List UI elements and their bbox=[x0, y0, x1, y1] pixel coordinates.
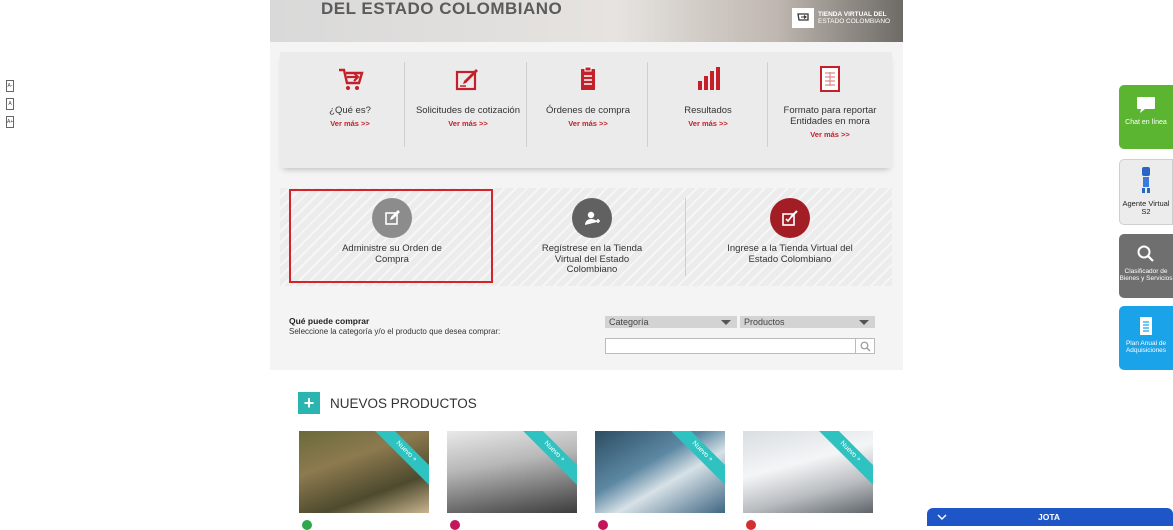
logo-line2: ESTADO COLOMBIANO bbox=[818, 18, 891, 25]
ingrese-tienda-button[interactable]: Ingrese a la Tienda Virtual del Estado C… bbox=[690, 188, 890, 286]
search-icon bbox=[860, 341, 870, 351]
side-tab-label: Clasificador de Bienes y Servicios bbox=[1119, 268, 1173, 282]
nuevo-badge: Nuevo + bbox=[813, 431, 873, 489]
chat-icon bbox=[1119, 91, 1173, 119]
main-page: DEL ESTADO COLOMBIANO TIENDA VIRTUAL DEL… bbox=[270, 0, 903, 530]
nuevo-badge: Nuevo + bbox=[665, 431, 725, 489]
edit-form-icon bbox=[408, 64, 528, 98]
clipboard-icon bbox=[528, 64, 648, 98]
highlight-frame bbox=[289, 189, 493, 283]
ver-mas-link[interactable]: Ver más >> bbox=[770, 129, 890, 140]
spreadsheet-icon bbox=[770, 64, 890, 98]
robot-agent-icon bbox=[1120, 166, 1172, 194]
action-label: Ingrese a la Tienda Virtual del Estado C… bbox=[727, 243, 853, 265]
logo-line1: TIENDA VIRTUAL DEL bbox=[818, 11, 887, 18]
product-thumbnail[interactable]: Nuevo + bbox=[595, 431, 725, 513]
product-select-value: Productos bbox=[744, 317, 785, 327]
service-solicitudes[interactable]: Solicitudes de cotización Ver más >> bbox=[408, 52, 528, 168]
action-label: Regístrese en la Tienda Virtual del Esta… bbox=[541, 243, 643, 275]
chat-bar-title: JOTA bbox=[1038, 512, 1061, 522]
chevron-down-icon bbox=[721, 320, 731, 325]
banner-title: DEL ESTADO COLOMBIANO bbox=[321, 0, 563, 18]
product-thumbnail[interactable]: Nuevo + bbox=[447, 431, 577, 513]
product-thumbnail[interactable]: Nuevo + bbox=[299, 431, 429, 513]
jota-chat-bar[interactable]: JOTA bbox=[927, 508, 1173, 526]
category-select-value: Categoría bbox=[609, 317, 649, 327]
new-products-section: + NUEVOS PRODUCTOS Nuevo + Nuevo + Nuevo… bbox=[270, 370, 903, 530]
service-label: ¿Qué es? bbox=[329, 105, 371, 116]
plus-icon[interactable]: + bbox=[298, 392, 320, 414]
tienda-virtual-logo[interactable]: TIENDA VIRTUAL DEL ESTADO COLOMBIANO bbox=[792, 8, 898, 28]
bar-chart-icon bbox=[648, 64, 768, 98]
service-label: Solicitudes de cotización bbox=[415, 105, 521, 116]
font-decrease-button[interactable]: A- bbox=[6, 80, 14, 92]
agente-virtual-tab[interactable]: Agente Virtual S2 bbox=[1119, 159, 1173, 225]
ver-mas-link[interactable]: Ver más >> bbox=[528, 118, 648, 129]
nuevo-badge: Nuevo + bbox=[369, 431, 429, 489]
buy-subtitle: Seleccione la categoría y/o el producto … bbox=[289, 327, 501, 336]
service-que-es[interactable]: ¿Qué es? Ver más >> bbox=[290, 52, 410, 168]
product-select[interactable]: Productos bbox=[740, 316, 875, 328]
divider bbox=[404, 62, 405, 147]
ver-mas-link[interactable]: Ver más >> bbox=[408, 118, 528, 129]
hero-banner: DEL ESTADO COLOMBIANO TIENDA VIRTUAL DEL… bbox=[270, 0, 903, 42]
side-tab-label: Chat en línea bbox=[1125, 119, 1167, 126]
font-normal-button[interactable]: A bbox=[6, 98, 14, 110]
ver-mas-link[interactable]: Ver más >> bbox=[648, 118, 768, 129]
divider bbox=[685, 198, 686, 276]
buy-section: Qué puede comprar Seleccione la categorí… bbox=[270, 305, 903, 375]
chat-en-linea-tab[interactable]: Chat en línea bbox=[1119, 85, 1173, 149]
category-dot bbox=[450, 520, 460, 530]
new-products-title: NUEVOS PRODUCTOS bbox=[330, 396, 477, 411]
chevron-down-icon[interactable] bbox=[937, 513, 947, 521]
service-formato[interactable]: Formato para reportar Entidades en mora V… bbox=[770, 52, 890, 168]
side-tab-label: Plan Anual de Adquisiciones bbox=[1125, 340, 1167, 354]
services-panel: ¿Qué es? Ver más >> Solicitudes de cotiza… bbox=[280, 52, 892, 168]
service-label: Órdenes de compra bbox=[546, 105, 630, 116]
side-tab-label: Agente Virtual S2 bbox=[1122, 199, 1170, 216]
plan-anual-tab[interactable]: Plan Anual de Adquisiciones bbox=[1119, 306, 1173, 370]
divider bbox=[767, 62, 768, 147]
product-search-input[interactable] bbox=[605, 338, 875, 354]
clasificador-tab[interactable]: Clasificador de Bienes y Servicios bbox=[1119, 234, 1173, 298]
ver-mas-link[interactable]: Ver más >> bbox=[290, 118, 410, 129]
search-button[interactable] bbox=[855, 339, 874, 353]
service-ordenes[interactable]: Órdenes de compra Ver más >> bbox=[528, 52, 648, 168]
checkbox-pen-icon bbox=[770, 198, 810, 238]
service-label: Formato para reportar Entidades en mora bbox=[783, 105, 877, 127]
category-select[interactable]: Categoría bbox=[605, 316, 737, 328]
service-label: Resultados bbox=[684, 105, 732, 116]
buy-heading: Qué puede comprar bbox=[289, 316, 370, 326]
service-resultados[interactable]: Resultados Ver más >> bbox=[648, 52, 768, 168]
add-user-icon bbox=[572, 198, 612, 238]
category-dot bbox=[746, 520, 756, 530]
font-increase-button[interactable]: A+ bbox=[6, 116, 14, 128]
category-dot bbox=[302, 520, 312, 530]
registrese-button[interactable]: Regístrese en la Tienda Virtual del Esta… bbox=[502, 188, 682, 286]
cart-logo-icon bbox=[792, 8, 814, 28]
cart-arrow-icon bbox=[290, 64, 410, 98]
nuevo-badge: Nuevo + bbox=[517, 431, 577, 489]
search-icon bbox=[1119, 240, 1173, 268]
divider bbox=[526, 62, 527, 147]
category-dot bbox=[598, 520, 608, 530]
chevron-down-icon bbox=[859, 320, 869, 325]
actions-panel: Administre su Orden de Compra Regístrese… bbox=[280, 188, 892, 286]
product-thumbnail[interactable]: Nuevo + bbox=[743, 431, 873, 513]
document-icon bbox=[1119, 312, 1173, 340]
